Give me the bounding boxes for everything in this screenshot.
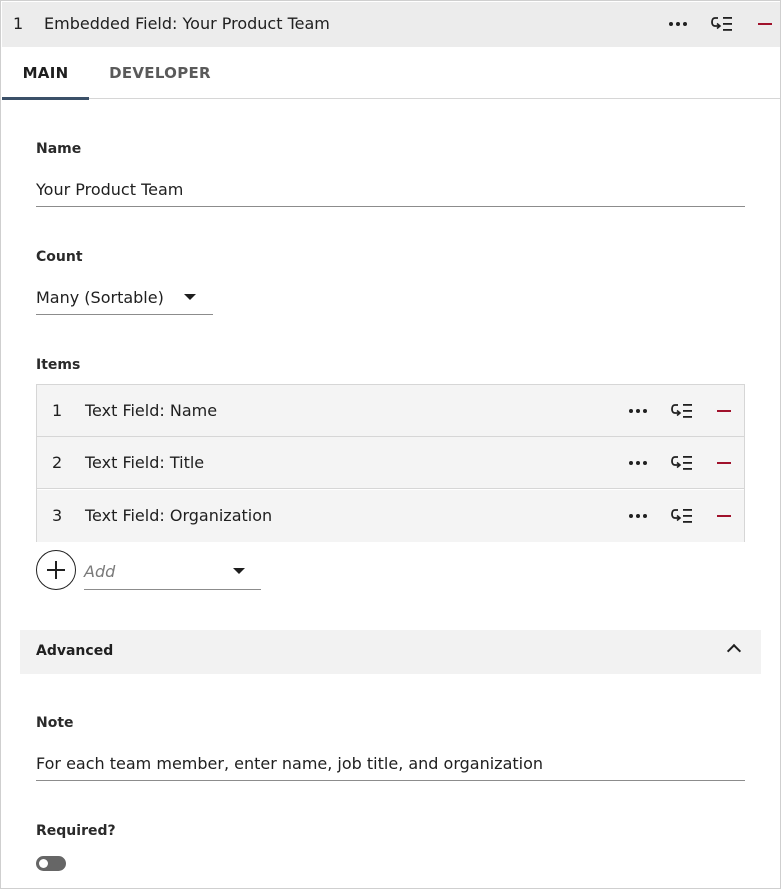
item-more-icon[interactable] <box>624 397 652 425</box>
item-index: 3 <box>52 506 63 525</box>
note-label: Note <box>36 715 74 731</box>
item-nest-glyph <box>671 456 692 470</box>
list-item[interactable]: 3 Text Field: Organization <box>37 490 744 542</box>
chevron-up-icon <box>726 643 742 659</box>
item-index: 1 <box>52 401 63 420</box>
chevron-down-icon <box>184 294 196 300</box>
item-label: Text Field: Title <box>85 453 205 472</box>
nest-list-glyph <box>711 17 732 31</box>
tab-main[interactable]: MAIN <box>2 47 89 100</box>
item-remove-icon[interactable] <box>710 502 738 530</box>
more-options-icon[interactable] <box>664 10 692 38</box>
item-nest-icon[interactable] <box>668 502 696 530</box>
item-remove-icon[interactable] <box>710 397 738 425</box>
note-input[interactable]: For each team member, enter name, job ti… <box>36 747 745 781</box>
item-more-icon[interactable] <box>624 502 652 530</box>
count-label: Count <box>36 249 83 265</box>
items-list: 1 Text Field: Name 2 Text Field: Title 3… <box>36 384 745 542</box>
list-item[interactable]: 2 Text Field: Title <box>37 437 744 489</box>
item-nest-glyph <box>671 509 692 523</box>
items-label: Items <box>36 357 81 373</box>
advanced-section-toggle[interactable]: Advanced <box>20 630 761 674</box>
list-item[interactable]: 1 Text Field: Name <box>37 385 744 437</box>
chevron-down-icon <box>233 568 245 574</box>
name-label: Name <box>36 141 82 157</box>
item-more-icon[interactable] <box>624 449 652 477</box>
tab-developer[interactable]: DEVELOPER <box>101 47 219 99</box>
add-placeholder: Add <box>84 562 116 581</box>
add-item-button[interactable] <box>36 550 76 590</box>
add-item-select[interactable]: Add <box>84 555 261 590</box>
count-select[interactable]: Many (Sortable) <box>36 281 213 315</box>
remove-field-icon[interactable] <box>751 10 779 38</box>
count-value: Many (Sortable) <box>36 288 164 307</box>
item-index: 2 <box>52 453 63 472</box>
required-toggle[interactable] <box>36 856 66 871</box>
item-label: Text Field: Name <box>85 401 218 420</box>
item-nest-glyph <box>671 404 692 418</box>
field-index: 1 <box>13 14 24 33</box>
advanced-label: Advanced <box>36 643 114 659</box>
field-title: Embedded Field: Your Product Team <box>44 14 330 33</box>
item-label: Text Field: Organization <box>85 506 273 525</box>
name-input[interactable]: Your Product Team <box>36 173 745 207</box>
item-nest-icon[interactable] <box>668 397 696 425</box>
item-nest-icon[interactable] <box>668 449 696 477</box>
field-header[interactable]: 1 Embedded Field: Your Product Team <box>2 2 780 47</box>
toggle-knob <box>39 859 48 868</box>
nest-list-icon[interactable] <box>708 10 736 38</box>
embedded-field-panel: 1 Embedded Field: Your Product Team MAIN… <box>0 0 781 889</box>
item-remove-icon[interactable] <box>710 449 738 477</box>
required-label: Required? <box>36 823 116 839</box>
tab-bar: MAIN DEVELOPER <box>2 47 780 100</box>
